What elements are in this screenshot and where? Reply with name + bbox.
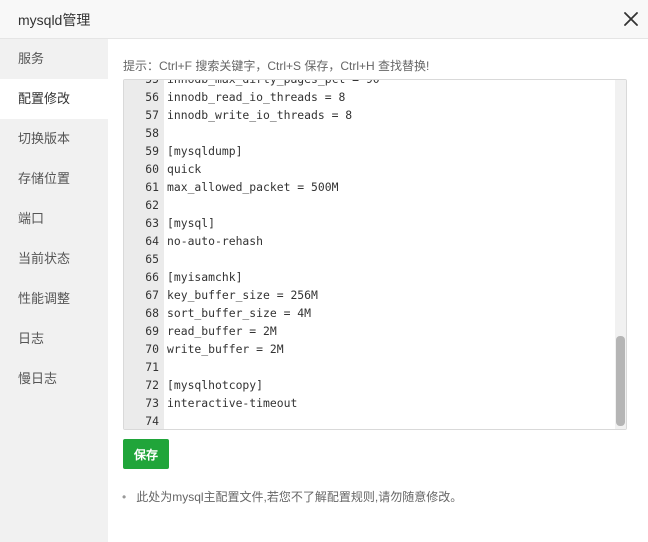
editor-line[interactable]: 63 [mysql] <box>124 214 614 232</box>
line-code[interactable]: write_buffer = 2M <box>167 340 284 358</box>
line-number: 58 <box>145 126 159 140</box>
editor-line[interactable]: 55 innodb_max_dirty_pages_pct = 90 <box>124 79 614 88</box>
line-code[interactable]: [mysql] <box>167 214 215 232</box>
line-number: 55 <box>145 79 159 86</box>
editor-line[interactable]: 64 no-auto-rehash <box>124 232 614 250</box>
line-code[interactable]: key_buffer_size = 256M <box>167 286 318 304</box>
line-number: 65 <box>145 252 159 266</box>
line-number: 68 <box>145 306 159 320</box>
editor-line[interactable]: 74 <box>124 412 614 429</box>
shortcut-tip: 提示：Ctrl+F 搜索关键字，Ctrl+S 保存，Ctrl+H 查找替换! <box>123 59 430 73</box>
line-code[interactable]: innodb_read_io_threads = 8 <box>167 88 345 106</box>
editor-scrollbar[interactable] <box>615 80 626 429</box>
config-warning-note: • 此处为mysql主配置文件,若您不了解配置规则,请勿随意修改。 <box>122 488 462 505</box>
editor-lines[interactable]: 55 innodb_max_dirty_pages_pct = 90 56 innod… <box>124 79 614 429</box>
config-warning-text: 此处为mysql主配置文件,若您不了解配置规则,请勿随意修改。 <box>136 490 463 504</box>
sidebar: 服务 配置修改 切换版本 存储位置 端口 当前状态 性能调整 日志 慢日志 <box>0 39 108 542</box>
line-number: 61 <box>145 180 159 194</box>
sidebar-item-config[interactable]: 配置修改 <box>0 79 108 119</box>
line-code[interactable]: max_allowed_packet = 500M <box>167 178 338 196</box>
editor-line[interactable]: 62 <box>124 196 614 214</box>
sidebar-item-slow-log[interactable]: 慢日志 <box>0 359 108 399</box>
close-icon <box>624 12 638 26</box>
editor-line[interactable]: 56 innodb_read_io_threads = 8 <box>124 88 614 106</box>
line-number: 67 <box>145 288 159 302</box>
sidebar-item-service[interactable]: 服务 <box>0 39 108 79</box>
editor-line[interactable]: 66 [myisamchk] <box>124 268 614 286</box>
line-code[interactable]: read_buffer = 2M <box>167 322 277 340</box>
close-button[interactable] <box>622 10 640 28</box>
line-number: 64 <box>145 234 159 248</box>
editor-line[interactable]: 60 quick <box>124 160 614 178</box>
line-code[interactable]: [mysqldump] <box>167 142 242 160</box>
sidebar-item-storage[interactable]: 存储位置 <box>0 159 108 199</box>
editor-line[interactable]: 58 <box>124 124 614 142</box>
editor-line[interactable]: 59 [mysqldump] <box>124 142 614 160</box>
window-titlebar: mysqld管理 <box>0 0 648 39</box>
line-code[interactable]: no-auto-rehash <box>167 232 263 250</box>
main-panel: 提示：Ctrl+F 搜索关键字，Ctrl+S 保存，Ctrl+H 查找替换! 5… <box>108 39 648 542</box>
sidebar-item-port[interactable]: 端口 <box>0 199 108 239</box>
config-editor[interactable]: 55 innodb_max_dirty_pages_pct = 90 56 innod… <box>123 79 627 430</box>
line-code[interactable]: quick <box>167 160 201 178</box>
sidebar-item-performance[interactable]: 性能调整 <box>0 279 108 319</box>
line-number: 71 <box>145 360 159 374</box>
editor-line[interactable]: 72 [mysqlhotcopy] <box>124 376 614 394</box>
editor-line[interactable]: 71 <box>124 358 614 376</box>
editor-line[interactable]: 70 write_buffer = 2M <box>124 340 614 358</box>
line-number: 70 <box>145 342 159 356</box>
window-title: mysqld管理 <box>18 12 91 28</box>
sidebar-item-status[interactable]: 当前状态 <box>0 239 108 279</box>
editor-line[interactable]: 57 innodb_write_io_threads = 8 <box>124 106 614 124</box>
line-number: 57 <box>145 108 159 122</box>
scrollbar-thumb[interactable] <box>616 336 625 426</box>
line-number: 60 <box>145 162 159 176</box>
editor-line[interactable]: 73 interactive-timeout <box>124 394 614 412</box>
editor-line[interactable]: 69 read_buffer = 2M <box>124 322 614 340</box>
sidebar-item-switch-version[interactable]: 切换版本 <box>0 119 108 159</box>
line-number: 74 <box>145 414 159 428</box>
line-code[interactable]: sort_buffer_size = 4M <box>167 304 311 322</box>
sidebar-item-log[interactable]: 日志 <box>0 319 108 359</box>
line-number: 56 <box>145 90 159 104</box>
line-number: 66 <box>145 270 159 284</box>
editor-line[interactable]: 65 <box>124 250 614 268</box>
editor-line[interactable]: 67 key_buffer_size = 256M <box>124 286 614 304</box>
bullet-icon: • <box>122 490 127 504</box>
line-number: 73 <box>145 396 159 410</box>
editor-line[interactable]: 61 max_allowed_packet = 500M <box>124 178 614 196</box>
line-code[interactable]: [myisamchk] <box>167 268 242 286</box>
line-code[interactable]: innodb_write_io_threads = 8 <box>167 106 352 124</box>
line-code[interactable]: [mysqlhotcopy] <box>167 376 263 394</box>
line-number: 59 <box>145 144 159 158</box>
save-button[interactable]: 保存 <box>123 439 169 469</box>
line-code[interactable]: innodb_max_dirty_pages_pct = 90 <box>167 80 380 88</box>
line-number: 72 <box>145 378 159 392</box>
line-number: 62 <box>145 198 159 212</box>
editor-line[interactable]: 68 sort_buffer_size = 4M <box>124 304 614 322</box>
line-number: 69 <box>145 324 159 338</box>
line-code[interactable]: interactive-timeout <box>167 394 297 412</box>
line-number: 63 <box>145 216 159 230</box>
